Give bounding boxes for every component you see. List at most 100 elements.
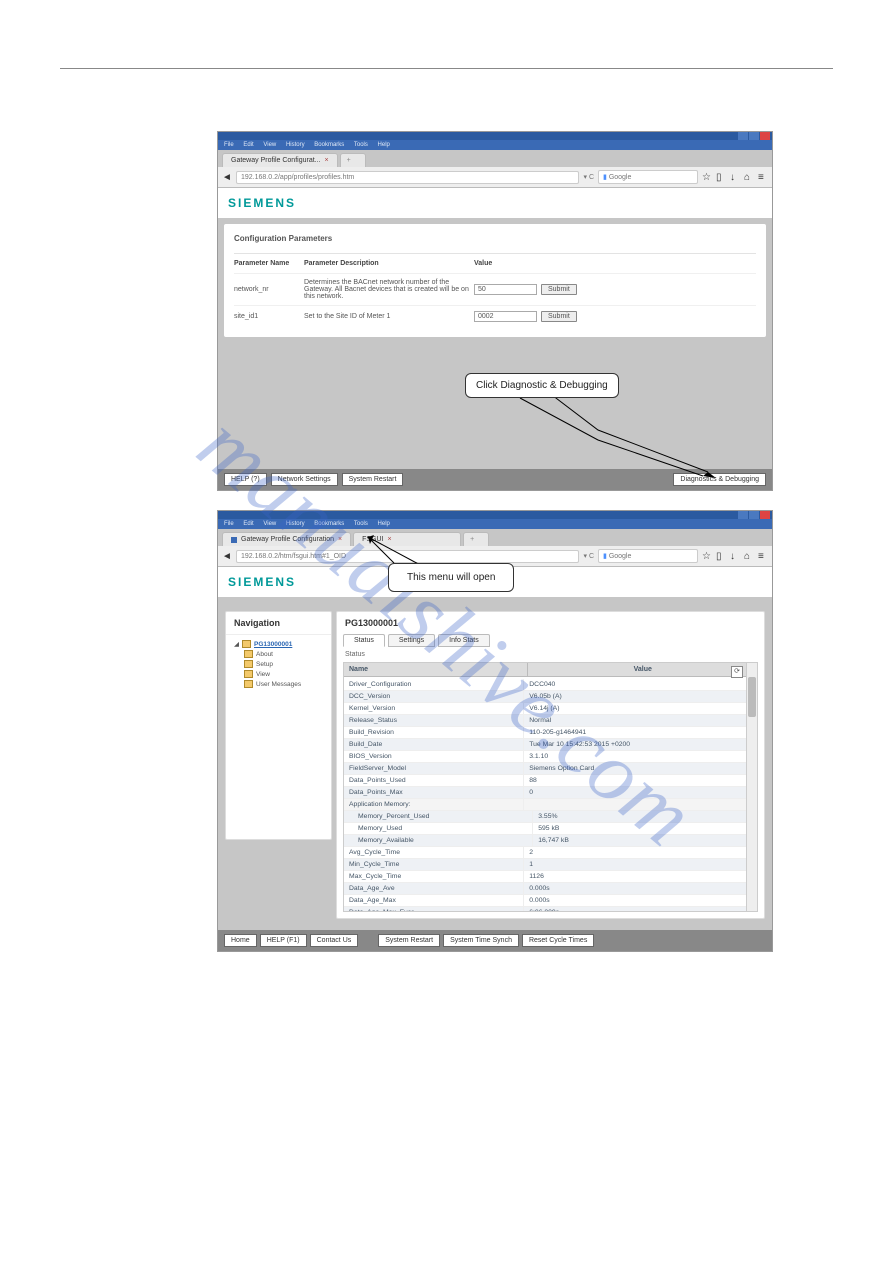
subtab-info-stats[interactable]: Info Stats — [438, 634, 490, 647]
star-icon[interactable]: ☆ — [702, 172, 712, 182]
menu-help[interactable]: Help — [378, 142, 390, 148]
system-time-synch-button[interactable]: System Time Synch — [443, 934, 519, 947]
nav-item-setup[interactable]: Setup — [244, 659, 331, 669]
menu-edit[interactable]: Edit — [243, 521, 253, 527]
browser-tab-gateway[interactable]: Gateway Profile Configuration× — [222, 532, 351, 546]
new-tab-button[interactable]: + — [340, 153, 366, 167]
grid-row: Avg_Cycle_Time2 — [344, 847, 747, 859]
main-pane: PG13000001 Status Settings Info Stats St… — [336, 611, 765, 919]
subtab-settings[interactable]: Settings — [388, 634, 435, 647]
grid-row: Memory_Percent_Used3.55% — [344, 811, 747, 823]
nav-item-about[interactable]: About — [244, 649, 331, 659]
grid-row: Build_DateTue Mar 10 15:42:53 2015 +0200 — [344, 739, 747, 751]
param-value-input[interactable]: 50 — [474, 284, 537, 295]
grid-cell-value: V6.14j (A) — [524, 703, 747, 714]
hamburger-icon[interactable]: ≡ — [758, 551, 768, 561]
window-titlebar — [218, 511, 772, 519]
subtab-strip: Status Settings Info Stats — [337, 634, 764, 647]
siemens-logo: SIEMENS — [228, 196, 296, 210]
reset-cycle-times-button[interactable]: Reset Cycle Times — [522, 934, 594, 947]
maximize-icon[interactable] — [749, 132, 759, 140]
tab-label: Gateway Profile Configurat... — [231, 157, 321, 164]
menu-view[interactable]: View — [263, 142, 276, 148]
download-icon[interactable]: ↓ — [730, 172, 740, 182]
callout-text: This menu will open — [407, 572, 495, 583]
network-settings-button[interactable]: Network Settings — [271, 473, 338, 486]
tab-close-icon[interactable]: × — [387, 536, 391, 543]
folder-icon — [244, 670, 253, 678]
help-button[interactable]: HELP (?) — [224, 473, 267, 486]
back-icon[interactable]: ◄ — [222, 551, 232, 561]
grid-cell-value: 110-205-g1464941 — [524, 727, 747, 738]
menu-file[interactable]: File — [224, 521, 234, 527]
search-field[interactable]: ▮ Google — [598, 170, 698, 184]
grid-row: Release_StatusNormal — [344, 715, 747, 727]
system-restart-button[interactable]: System Restart — [378, 934, 440, 947]
hamburger-icon[interactable]: ≡ — [758, 172, 768, 182]
menu-history[interactable]: History — [286, 142, 305, 148]
star-icon[interactable]: ☆ — [702, 551, 712, 561]
back-icon[interactable]: ◄ — [222, 172, 232, 182]
grid-cell-value: 3.1.10 — [524, 751, 747, 762]
grid-row: BIOS_Version3.1.10 — [344, 751, 747, 763]
menu-tools[interactable]: Tools — [354, 142, 368, 148]
navigation-sidebar: Navigation ◢PG13000001 About Setup View … — [225, 611, 332, 840]
grid-cell-name: BIOS_Version — [344, 751, 524, 762]
grid-row: Min_Cycle_Time1 — [344, 859, 747, 871]
download-icon[interactable]: ↓ — [730, 551, 740, 561]
bookmarks-icon[interactable]: ▯ — [716, 172, 726, 182]
footer-bar: Home HELP (F1) Contact Us System Restart… — [218, 930, 772, 951]
grid-cell-value: V6.05b (A) — [524, 691, 747, 702]
tab-close-icon[interactable]: × — [338, 536, 342, 543]
new-tab-button[interactable]: + — [463, 532, 489, 546]
grid-cell-name: Kernel_Version — [344, 703, 524, 714]
close-icon[interactable] — [760, 511, 770, 519]
url-field[interactable]: 192.168.0.2/htm/fsgui.htm#1_OID — [236, 550, 579, 563]
menu-bookmarks[interactable]: Bookmarks — [314, 521, 344, 527]
contact-button[interactable]: Contact Us — [310, 934, 359, 947]
menu-view[interactable]: View — [263, 521, 276, 527]
browser-tab-fsgui[interactable]: FSGUI× — [353, 532, 461, 546]
maximize-icon[interactable] — [749, 511, 759, 519]
home-icon[interactable]: ⌂ — [744, 551, 754, 561]
grid-row: Data_Points_Max0 — [344, 787, 747, 799]
browser-tab-gateway[interactable]: Gateway Profile Configurat... × — [222, 153, 338, 167]
menu-bookmarks[interactable]: Bookmarks — [314, 142, 344, 148]
menu-edit[interactable]: Edit — [243, 142, 253, 148]
home-button[interactable]: Home — [224, 934, 257, 947]
nav-root[interactable]: ◢PG13000001 — [234, 639, 331, 649]
nav-item-view[interactable]: View — [244, 669, 331, 679]
menu-tools[interactable]: Tools — [354, 521, 368, 527]
callout-arrow — [518, 390, 738, 480]
param-name: network_nr — [234, 286, 304, 293]
main-title: PG13000001 — [337, 612, 764, 634]
refresh-icon[interactable]: ⟳ — [731, 666, 743, 678]
menu-help[interactable]: Help — [378, 521, 390, 527]
menu-file[interactable]: File — [224, 142, 234, 148]
close-icon[interactable] — [760, 132, 770, 140]
subtab-status[interactable]: Status — [343, 634, 385, 647]
grid-cell-name: Min_Cycle_Time — [344, 859, 524, 870]
search-field[interactable]: ▮ Google — [598, 549, 698, 563]
system-restart-button[interactable]: System Restart — [342, 473, 404, 486]
tab-close-icon[interactable]: × — [325, 157, 329, 164]
bookmarks-icon[interactable]: ▯ — [716, 551, 726, 561]
scrollbar-thumb[interactable] — [748, 677, 756, 717]
nav-title: Navigation — [226, 612, 331, 635]
home-icon[interactable]: ⌂ — [744, 172, 754, 182]
help-button[interactable]: HELP (F1) — [260, 934, 307, 947]
submit-button[interactable]: Submit — [541, 284, 577, 295]
grid-col-value: Value — [528, 663, 757, 676]
minimize-icon[interactable] — [738, 132, 748, 140]
menu-history[interactable]: History — [286, 521, 305, 527]
url-field[interactable]: 192.168.0.2/app/profiles/profiles.htm — [236, 171, 579, 184]
nav-item-user-messages[interactable]: User Messages — [244, 679, 331, 689]
scrollbar[interactable] — [746, 663, 757, 911]
submit-button[interactable]: Submit — [541, 311, 577, 322]
grid-cell-name: Data_Age_Max — [344, 895, 524, 906]
param-value-input[interactable]: 0002 — [474, 311, 537, 322]
folder-icon — [244, 680, 253, 688]
minimize-icon[interactable] — [738, 511, 748, 519]
grid-cell-value — [524, 799, 747, 810]
diagnostics-button[interactable]: Diagnostics & Debugging — [673, 473, 766, 486]
